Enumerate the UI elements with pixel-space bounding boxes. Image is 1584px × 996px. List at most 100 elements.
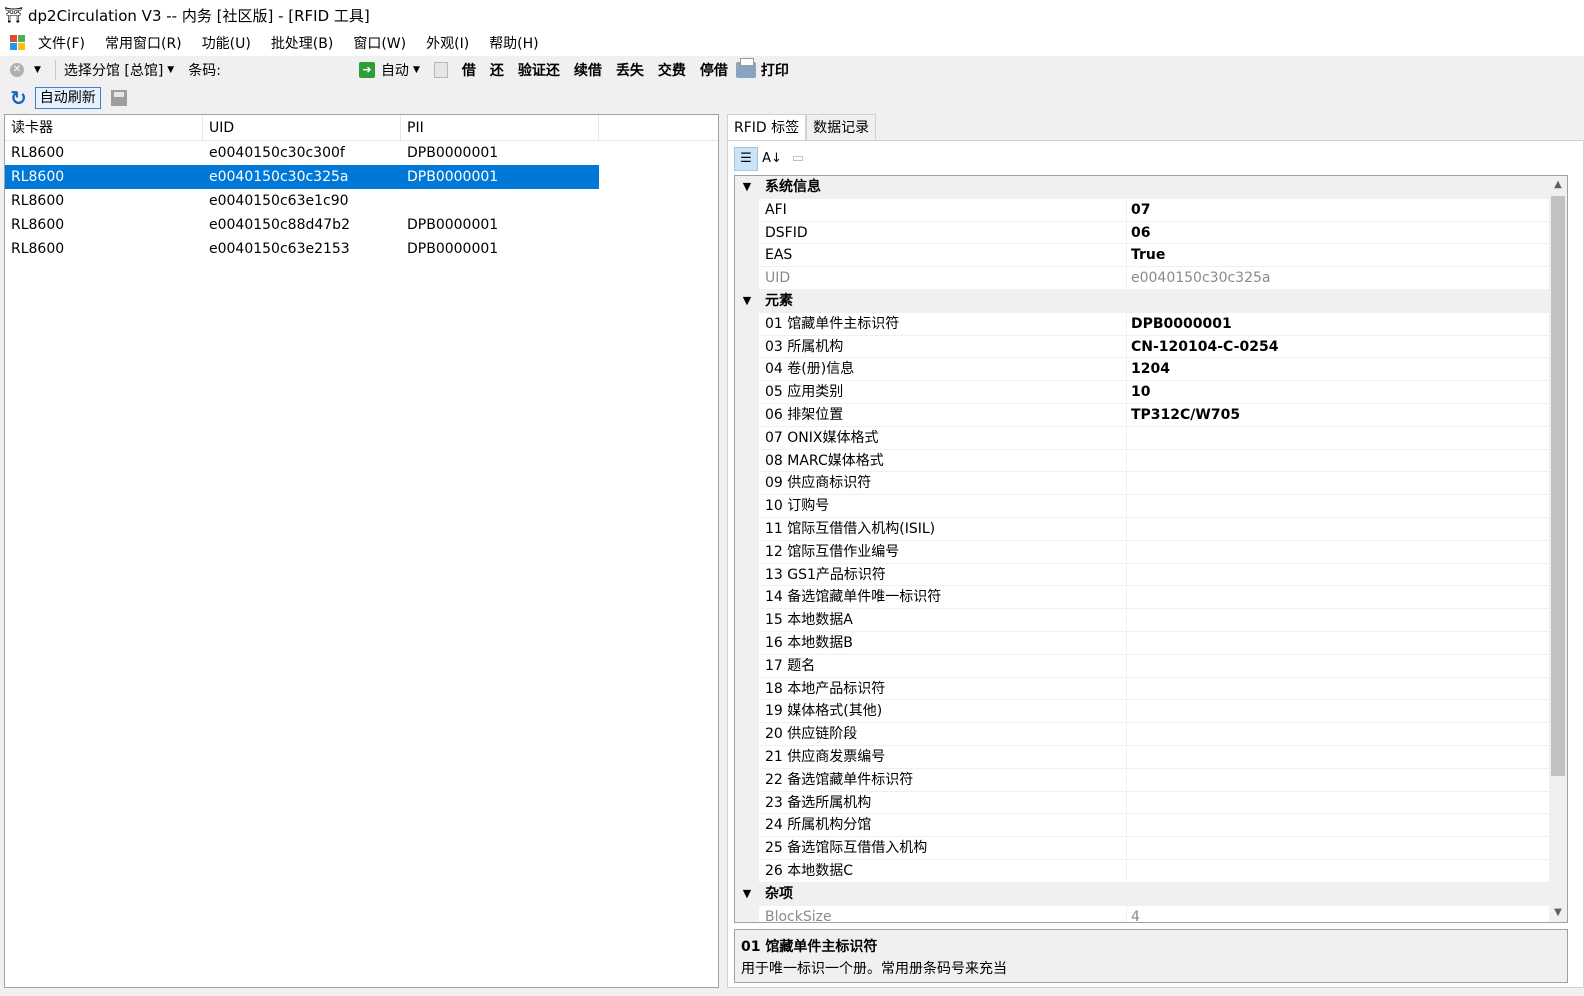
property-value[interactable]: 10 [1127, 381, 1567, 403]
chevron-down-icon[interactable]: ▼ [413, 65, 420, 75]
column-header-reader[interactable]: 读卡器 [5, 115, 203, 141]
property-row[interactable]: 04 卷(册)信息 1204 [735, 358, 1567, 382]
property-row[interactable]: 13 GS1产品标识符 [735, 563, 1567, 587]
column-header-pii[interactable]: PII [401, 115, 599, 141]
scroll-thumb[interactable] [1551, 196, 1565, 776]
property-pages-icon[interactable]: ▭ [786, 147, 810, 171]
property-value[interactable]: DPB0000001 [1127, 313, 1567, 335]
property-row[interactable]: 25 备选馆际互借借入机构 [735, 837, 1567, 860]
property-value[interactable]: 07 [1127, 199, 1567, 221]
menu-help[interactable]: 帮助(H) [489, 33, 538, 53]
scroll-up-icon[interactable]: ▲ [1549, 176, 1567, 194]
property-value[interactable] [1127, 655, 1567, 677]
vertical-scrollbar[interactable]: ▲ ▼ [1549, 176, 1567, 922]
property-row[interactable]: UID e0040150c30c325a [735, 267, 1567, 290]
property-row[interactable]: 09 供应商标识符 [735, 472, 1567, 496]
lost-button[interactable]: 丢失 [616, 60, 644, 80]
property-value[interactable] [1127, 792, 1567, 814]
property-value[interactable]: CN-120104-C-0254 [1127, 336, 1567, 358]
property-row[interactable]: 23 备选所属机构 [735, 791, 1567, 815]
property-row[interactable]: 16 本地数据B [735, 631, 1567, 655]
category-row[interactable]: ▼ 杂项 [735, 882, 1567, 906]
property-row[interactable]: AFI 07 [735, 198, 1567, 222]
property-row[interactable]: 03 所属机构 CN-120104-C-0254 [735, 335, 1567, 359]
verify-return-button[interactable]: 验证还 [518, 60, 560, 80]
property-row[interactable]: 22 备选馆藏单件标识符 [735, 768, 1567, 792]
property-value[interactable]: 1204 [1127, 358, 1567, 380]
property-row[interactable]: 18 本地产品标识符 [735, 677, 1567, 701]
category-row[interactable]: ▼ 系统信息 [735, 176, 1567, 199]
menu-batch[interactable]: 批处理(B) [271, 33, 334, 53]
property-row[interactable]: 06 排架位置 TP312C/W705 [735, 403, 1567, 427]
property-value[interactable] [1127, 860, 1567, 882]
property-value[interactable] [1127, 541, 1567, 563]
property-row[interactable]: EAS True [735, 244, 1567, 268]
auto-action-button[interactable]: ➜ 自动 ▼ [358, 60, 426, 80]
property-row[interactable]: 08 MARC媒体格式 [735, 449, 1567, 473]
tab-rfid-tag[interactable]: RFID 标签 [727, 114, 807, 140]
property-row[interactable]: 01 馆藏单件主标识符 DPB0000001 [735, 312, 1567, 336]
property-value[interactable]: True [1127, 244, 1567, 266]
borrow-button[interactable]: 借 [462, 60, 476, 80]
property-value[interactable] [1127, 632, 1567, 654]
chevron-down-icon[interactable]: ▼ [34, 65, 41, 75]
property-row[interactable]: 07 ONIX媒体格式 [735, 426, 1567, 450]
property-value[interactable] [1127, 609, 1567, 631]
property-value[interactable]: 4 [1127, 906, 1567, 923]
menu-file[interactable]: 文件(F) [38, 33, 85, 53]
property-row[interactable]: 24 所属机构分馆 [735, 814, 1567, 838]
categorized-view-icon[interactable]: ☰ [734, 147, 758, 171]
print-button[interactable]: 打印 [735, 58, 789, 80]
collapse-chevron-icon[interactable]: ▼ [735, 176, 759, 199]
property-row[interactable]: 12 馆际互借作业编号 [735, 540, 1567, 564]
property-value[interactable] [1127, 723, 1567, 745]
property-value[interactable] [1127, 769, 1567, 791]
property-value[interactable] [1127, 837, 1567, 859]
scroll-down-icon[interactable]: ▼ [1549, 904, 1567, 922]
property-value[interactable] [1127, 564, 1567, 586]
property-value[interactable] [1127, 450, 1567, 472]
table-row[interactable]: RL8600 e0040150c30c325a DPB0000001 [5, 165, 599, 189]
auto-refresh-toggle[interactable]: 自动刷新 [34, 87, 101, 109]
table-row[interactable]: RL8600 e0040150c63e1c90 [5, 189, 718, 213]
property-row[interactable]: 10 订购号 [735, 495, 1567, 518]
collapse-chevron-icon[interactable]: ▼ [735, 883, 759, 906]
property-value[interactable] [1127, 814, 1567, 836]
property-row[interactable]: 14 备选馆藏单件唯一标识符 [735, 586, 1567, 610]
barcode-input[interactable] [234, 60, 359, 80]
branch-select-button[interactable]: 选择分馆 [总馆] ▼ [64, 60, 180, 80]
alphabetical-sort-icon[interactable]: A↓ [760, 147, 784, 171]
property-value[interactable] [1127, 700, 1567, 722]
property-row[interactable]: 05 应用类别 10 [735, 381, 1567, 404]
property-value[interactable] [1127, 678, 1567, 700]
table-row[interactable]: RL8600 e0040150c88d47b2 DPB0000001 [5, 213, 718, 237]
property-row[interactable]: 26 本地数据C [735, 859, 1567, 883]
property-value[interactable]: TP312C/W705 [1127, 404, 1567, 426]
property-value[interactable] [1127, 586, 1567, 608]
window-menu-icon[interactable] [10, 35, 26, 51]
property-row[interactable]: 21 供应商发票编号 [735, 745, 1567, 769]
pay-fee-button[interactable]: 交费 [658, 60, 686, 80]
collapse-chevron-icon[interactable]: ▼ [735, 290, 759, 313]
menu-functions[interactable]: 功能(U) [202, 33, 251, 53]
renew-button[interactable]: 续借 [574, 60, 602, 80]
tab-data-record[interactable]: 数据记录 [806, 114, 877, 140]
property-value[interactable] [1127, 495, 1567, 517]
save-icon[interactable] [110, 90, 127, 106]
property-value[interactable] [1127, 427, 1567, 449]
property-row[interactable]: 11 馆际互借借入机构(ISIL) [735, 517, 1567, 541]
suspend-borrow-button[interactable]: 停借 [700, 60, 728, 80]
menu-window[interactable]: 窗口(W) [353, 33, 406, 53]
category-row[interactable]: ▼ 元素 [735, 289, 1567, 313]
property-row[interactable]: DSFID 06 [735, 221, 1567, 245]
cancel-icon[interactable]: ✕ [10, 63, 24, 77]
property-value[interactable] [1127, 746, 1567, 768]
property-row[interactable]: 20 供应链阶段 [735, 723, 1567, 746]
table-row[interactable]: RL8600 e0040150c30c300f DPB0000001 [5, 141, 718, 165]
property-value[interactable]: 06 [1127, 222, 1567, 244]
property-row[interactable]: 17 题名 [735, 654, 1567, 678]
menu-common-windows[interactable]: 常用窗口(R) [105, 33, 182, 53]
property-row[interactable]: BlockSize 4 [735, 905, 1567, 923]
property-value[interactable]: e0040150c30c325a [1127, 267, 1567, 289]
column-header-uid[interactable]: UID [203, 115, 401, 141]
